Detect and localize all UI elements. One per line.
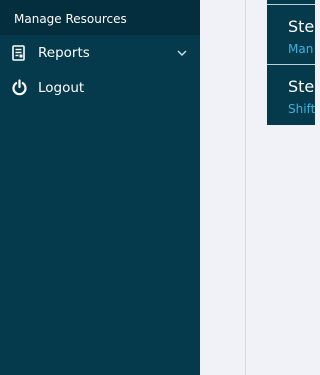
step-title: Step	[288, 17, 315, 36]
report-icon	[10, 44, 28, 62]
steps-panel: Step Man Step Shift	[267, 0, 315, 125]
sidebar-item-reports[interactable]: Reports	[0, 35, 200, 70]
sidebar: Manage Resources Reports Logout	[0, 0, 200, 375]
power-icon	[10, 79, 28, 97]
step-item[interactable]: Step Shift	[267, 64, 315, 123]
step-subtitle: Shift	[288, 102, 315, 116]
sidebar-item-label: Logout	[38, 79, 85, 96]
step-item[interactable]: Step Man	[267, 4, 315, 63]
step-subtitle: Man	[288, 42, 314, 56]
sidebar-item-logout[interactable]: Logout	[0, 70, 200, 105]
sidebar-item-label: Reports	[38, 44, 90, 61]
sidebar-header[interactable]: Manage Resources	[0, 0, 200, 35]
step-title: Step	[288, 77, 315, 96]
chevron-down-icon[interactable]	[176, 47, 188, 59]
content-divider	[245, 0, 246, 375]
